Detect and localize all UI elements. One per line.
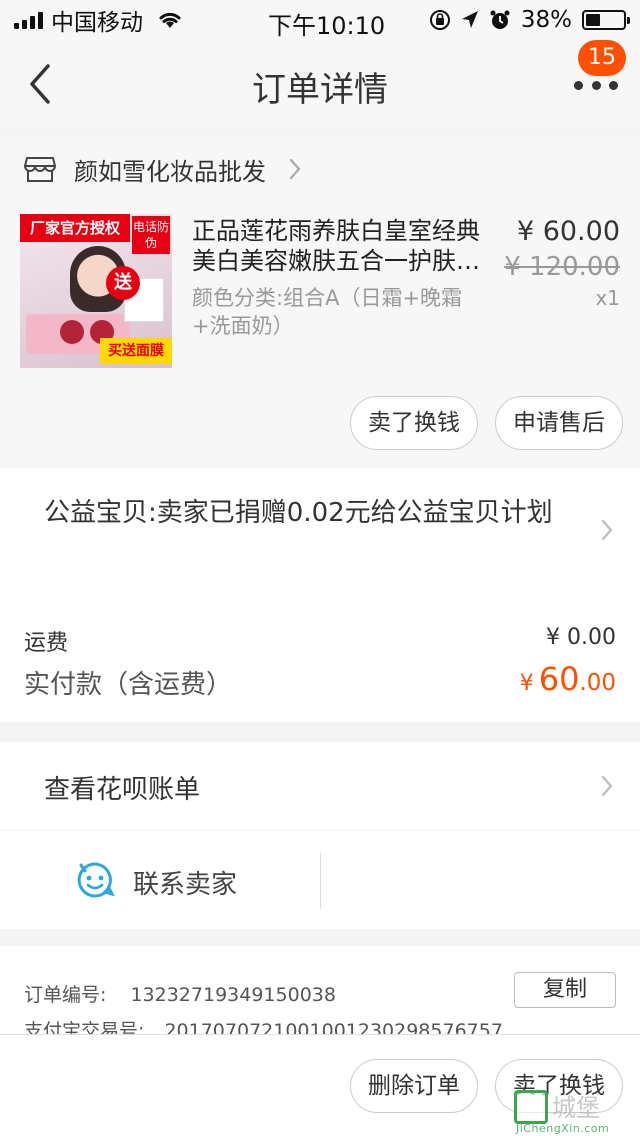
battery-level [586, 14, 600, 26]
order-number-label: 订单编号: [24, 984, 107, 1006]
contact-row: 联系卖家 [0, 831, 640, 929]
shop-icon [24, 157, 56, 182]
carrier-name: 中国移动 [51, 10, 143, 36]
item-quantity: x1 [595, 286, 620, 310]
total-decimal: .00 [579, 670, 616, 696]
charity-notice[interactable]: 公益宝贝:卖家已捐赠0.02元给公益宝贝计划 [44, 496, 554, 530]
product-image-tag: 电话防伪 [132, 216, 170, 254]
item-title[interactable]: 正品莲花雨养肤白皇室经典美白美容嫩肤五合一护肤… [192, 216, 494, 276]
watermark: 城堡 JiChengXin.com [514, 1088, 634, 1135]
total-label: 实付款（含运费） [24, 670, 233, 700]
chevron-right-icon [601, 775, 613, 797]
shop-row[interactable]: 颜如雪化妆品批发 [0, 136, 640, 202]
page-title: 订单详情 [252, 70, 388, 110]
chat-smiley-icon [77, 862, 115, 898]
total-integer: 60 [538, 660, 580, 698]
watermark-text: 城堡 [552, 1094, 600, 1122]
total-currency: ¥ [519, 671, 534, 696]
status-time: 下午10:10 [268, 12, 386, 40]
huabei-bill-label: 查看花呗账单 [44, 775, 201, 805]
contact-seller-label: 联系卖家 [133, 870, 238, 900]
sell-for-cash-button[interactable]: 卖了换钱 [350, 396, 478, 450]
shipping-label: 运费 [24, 631, 69, 656]
bottom-action-bar: 删除订单 卖了换钱 城堡 JiChengXin.com [0, 1034, 640, 1136]
item-original-price: ¥ 120.00 [504, 252, 620, 282]
after-sales-button[interactable]: 申请售后 [495, 396, 623, 450]
order-number-value: 13232719349150038 [130, 984, 336, 1006]
copy-button[interactable]: 复制 [514, 972, 616, 1008]
item-price: ¥ 60.00 [516, 216, 620, 247]
location-arrow-icon [461, 11, 478, 28]
alarm-icon [490, 10, 510, 29]
product-image-ribbon: 厂家官方授权 [20, 214, 130, 242]
wifi-icon [159, 12, 181, 28]
product-image[interactable]: 厂家官方授权 电话防伪 送 买送面膜 [20, 214, 172, 368]
shop-name: 颜如雪化妆品批发 [74, 157, 266, 186]
contact-seller-button[interactable]: 联系卖家 [0, 831, 320, 929]
shipping-value: ¥ 0.00 [546, 625, 616, 650]
delete-order-button[interactable]: 删除订单 [350, 1059, 478, 1113]
orientation-lock-icon [429, 10, 450, 30]
product-image-gift: 送 [106, 266, 140, 300]
chevron-right-icon[interactable] [600, 518, 614, 542]
status-bar: 中国移动 下午10:10 38% [0, 0, 640, 40]
cellular-signal-icon [14, 11, 43, 29]
total-value: ¥ 60.00 [520, 660, 616, 698]
order-info: 订单编号: 13232719349150038 复制 支付宝交易号: 20170… [0, 946, 640, 1042]
cream-jar-graphic [60, 320, 84, 344]
watermark-url: JiChengXin.com [516, 1122, 610, 1135]
huabei-bill-row[interactable]: 查看花呗账单 [0, 742, 640, 830]
item-sku: 颜色分类:组合A（日霜+晚霜+洗面奶） [192, 286, 463, 338]
chevron-right-icon [289, 158, 301, 180]
order-number-row: 订单编号: 13232719349150038 [24, 980, 336, 1007]
watermark-logo-icon [514, 1090, 548, 1124]
notification-badge: 15 [578, 40, 626, 76]
battery-percent: 38% [520, 7, 572, 33]
divider [320, 853, 321, 909]
navigation-bar: 订单详情 15 [0, 40, 640, 128]
order-item: 厂家官方授权 电话防伪 送 买送面膜 正品莲花雨养肤白皇室经典美白美容嫩肤五合一… [0, 202, 640, 466]
battery-icon [582, 10, 630, 30]
product-image-promo: 买送面膜 [100, 338, 172, 364]
payment-card: 公益宝贝:卖家已捐赠0.02元给公益宝贝计划 运费 ¥ 0.00 实付款（含运费… [0, 468, 640, 722]
